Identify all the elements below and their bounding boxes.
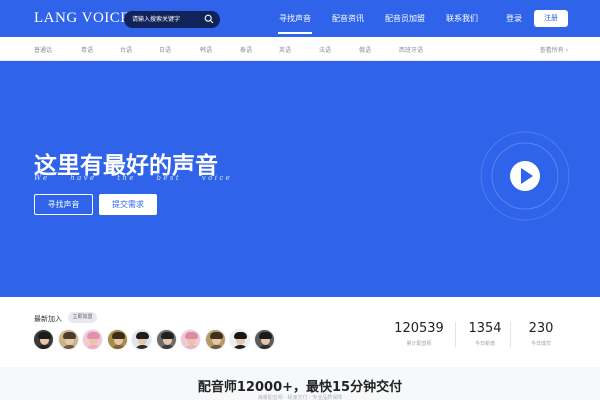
view-all-languages-link[interactable]: 查看所有 › bbox=[540, 45, 568, 54]
nav-news[interactable]: 配音资讯 bbox=[332, 13, 364, 24]
nav-find-voice[interactable]: 寻找声音 bbox=[278, 13, 312, 34]
nav-contact[interactable]: 联系我们 bbox=[446, 13, 478, 24]
member-avatar[interactable] bbox=[131, 329, 152, 350]
nav-join[interactable]: 配音员加盟 bbox=[385, 13, 425, 24]
lang-item[interactable]: 英语 bbox=[279, 45, 291, 54]
member-avatar[interactable] bbox=[155, 329, 177, 350]
stat-value: 120539 bbox=[394, 321, 444, 336]
member-avatar[interactable] bbox=[253, 329, 275, 350]
stat-total-voice-actors: 120539 累计配音师 bbox=[387, 321, 451, 347]
member-avatar[interactable] bbox=[229, 329, 250, 350]
stat-today-new: 1354 今日新增 bbox=[453, 321, 517, 347]
join-badge[interactable]: 立即加盟 bbox=[68, 312, 97, 323]
language-bar: 普通话 粤语 台语 日语 韩语 泰语 英语 法语 俄语 西班牙语 查看所有 › bbox=[0, 37, 600, 61]
newest-label: 最新加入 bbox=[34, 315, 62, 323]
search-bar[interactable]: 请输入搜索关键字 bbox=[124, 11, 220, 28]
lang-item[interactable]: 西班牙语 bbox=[399, 45, 423, 54]
stats-section: 最新加入 立即加盟 120539 累计配音师 1354 今日新增 230 今日成… bbox=[0, 297, 600, 367]
search-icon[interactable] bbox=[204, 14, 214, 24]
stat-label: 累计配音师 bbox=[406, 341, 432, 347]
stat-label: 今日成交 bbox=[530, 341, 551, 347]
member-avatar[interactable] bbox=[106, 329, 128, 350]
lang-item[interactable]: 俄语 bbox=[359, 45, 371, 54]
member-avatar[interactable] bbox=[82, 329, 103, 350]
find-voice-button[interactable]: 寻找声音 bbox=[34, 194, 93, 215]
lang-item[interactable]: 日语 bbox=[159, 45, 171, 54]
hero-banner: 这里有最好的声音 We have the best voice 寻找声音 提交需… bbox=[0, 61, 600, 297]
search-input[interactable]: 请输入搜索关键字 bbox=[132, 14, 180, 23]
stat-label: 今日新增 bbox=[474, 341, 495, 347]
member-avatar[interactable] bbox=[33, 329, 54, 350]
hero-subtitle: We have the best voice bbox=[34, 174, 233, 182]
stat-today-deals: 230 今日成交 bbox=[509, 321, 573, 347]
lang-item[interactable]: 法语 bbox=[319, 45, 331, 54]
submit-request-button[interactable]: 提交需求 bbox=[99, 194, 157, 215]
member-avatar[interactable] bbox=[57, 329, 79, 350]
lang-item[interactable]: 普通话 bbox=[34, 45, 52, 54]
lang-item[interactable]: 韩语 bbox=[200, 45, 212, 54]
stat-value: 230 bbox=[528, 321, 554, 336]
lang-item[interactable]: 台语 bbox=[120, 45, 132, 54]
member-avatar[interactable] bbox=[204, 329, 226, 350]
top-header: LANG VOICE 请输入搜索关键字 寻找声音 配音资讯 配音员加盟 联系我们… bbox=[0, 0, 600, 37]
lang-item[interactable]: 泰语 bbox=[240, 45, 252, 54]
promo-section: 配音师12000+，最快15分钟交付 海量配音师 · 极速交付 · 专业品质保障 bbox=[0, 367, 600, 401]
play-button[interactable] bbox=[480, 131, 570, 221]
member-avatar[interactable] bbox=[180, 329, 201, 350]
lang-item[interactable]: 粤语 bbox=[81, 45, 93, 54]
login-link[interactable]: 登录 bbox=[506, 13, 522, 24]
stat-value: 1354 bbox=[468, 321, 502, 336]
site-logo[interactable]: LANG VOICE bbox=[34, 10, 130, 27]
register-button[interactable]: 注册 bbox=[534, 10, 568, 27]
promo-title: 配音师12000+，最快15分钟交付 bbox=[197, 380, 403, 395]
